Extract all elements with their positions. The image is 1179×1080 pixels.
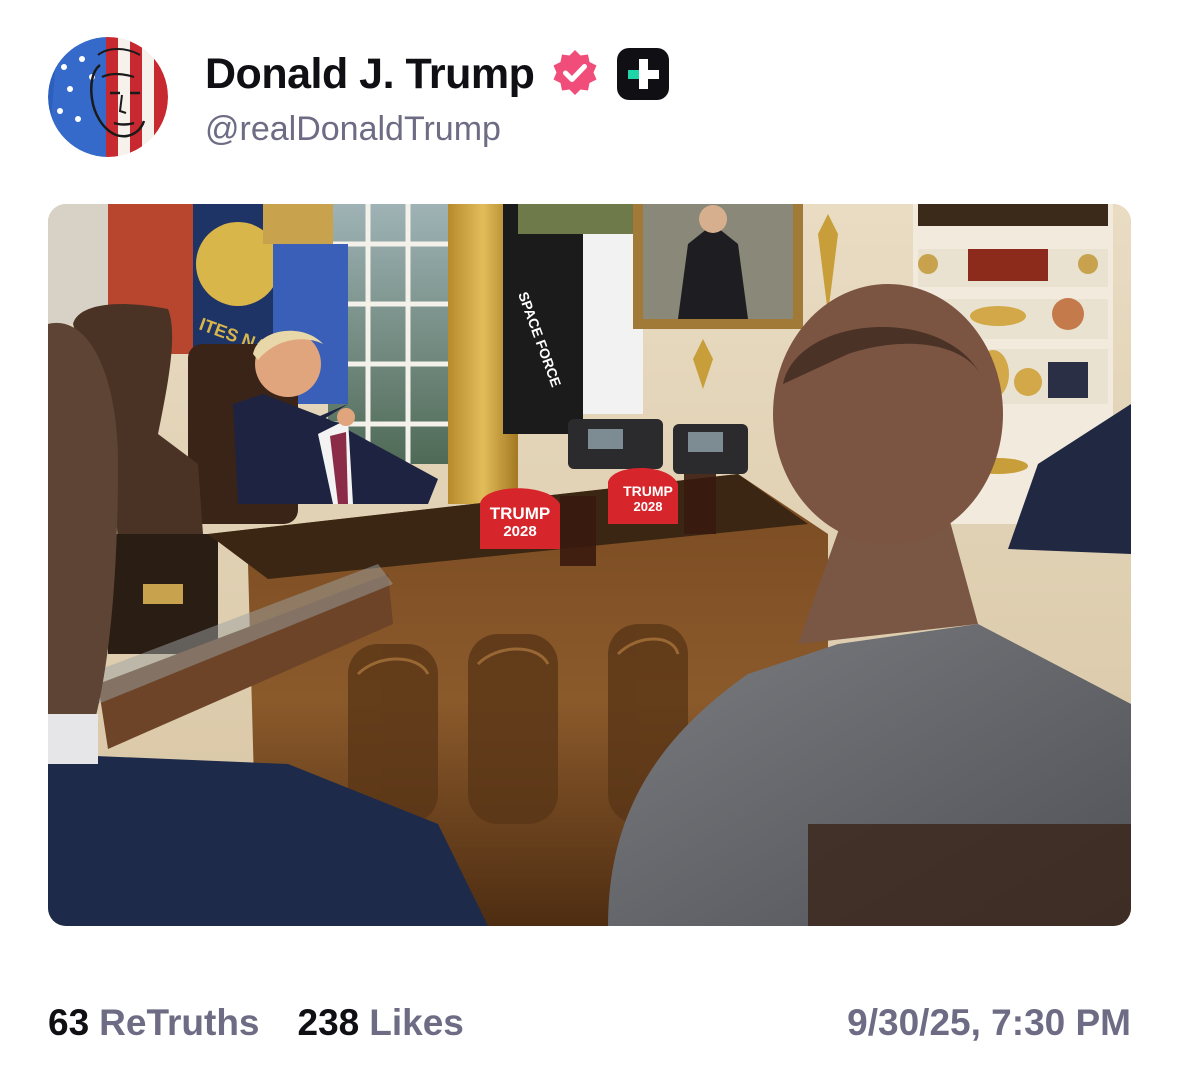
- hat2-text-line1: TRUMP: [623, 483, 673, 499]
- hat2-text-line2: 2028: [634, 499, 663, 514]
- likes-count: 238: [297, 1002, 360, 1043]
- author-handle[interactable]: @realDonaldTrump: [205, 110, 501, 149]
- truth-social-plus-icon: [617, 48, 670, 100]
- flag-portrait-avatar-icon: [48, 37, 168, 157]
- likes-label: Likes: [369, 1002, 464, 1043]
- retruths-label: ReTruths: [99, 1002, 260, 1043]
- likes-stat[interactable]: 238 Likes: [298, 1002, 464, 1044]
- verified-badge-icon: [553, 50, 597, 95]
- retruths-stat[interactable]: 63 ReTruths: [48, 1002, 260, 1044]
- retruths-count: 63: [48, 1002, 90, 1043]
- author-name-row: Donald J. Trump: [205, 44, 670, 104]
- oval-office-photo: ITES NAVY SPACE FORCE TRUMP 2028 TRUMP 2…: [48, 204, 1131, 926]
- avatar[interactable]: [48, 37, 168, 157]
- post-image[interactable]: ITES NAVY SPACE FORCE TRUMP 2028 TRUMP 2…: [48, 204, 1131, 926]
- hat-text-line2: 2028: [503, 523, 536, 540]
- author-display-name[interactable]: Donald J. Trump: [205, 50, 535, 99]
- post-stats: 63 ReTruths 238 Likes: [48, 998, 464, 1048]
- post-timestamp[interactable]: 9/30/25, 7:30 PM: [847, 998, 1131, 1048]
- hat-text-line1: TRUMP: [490, 504, 550, 523]
